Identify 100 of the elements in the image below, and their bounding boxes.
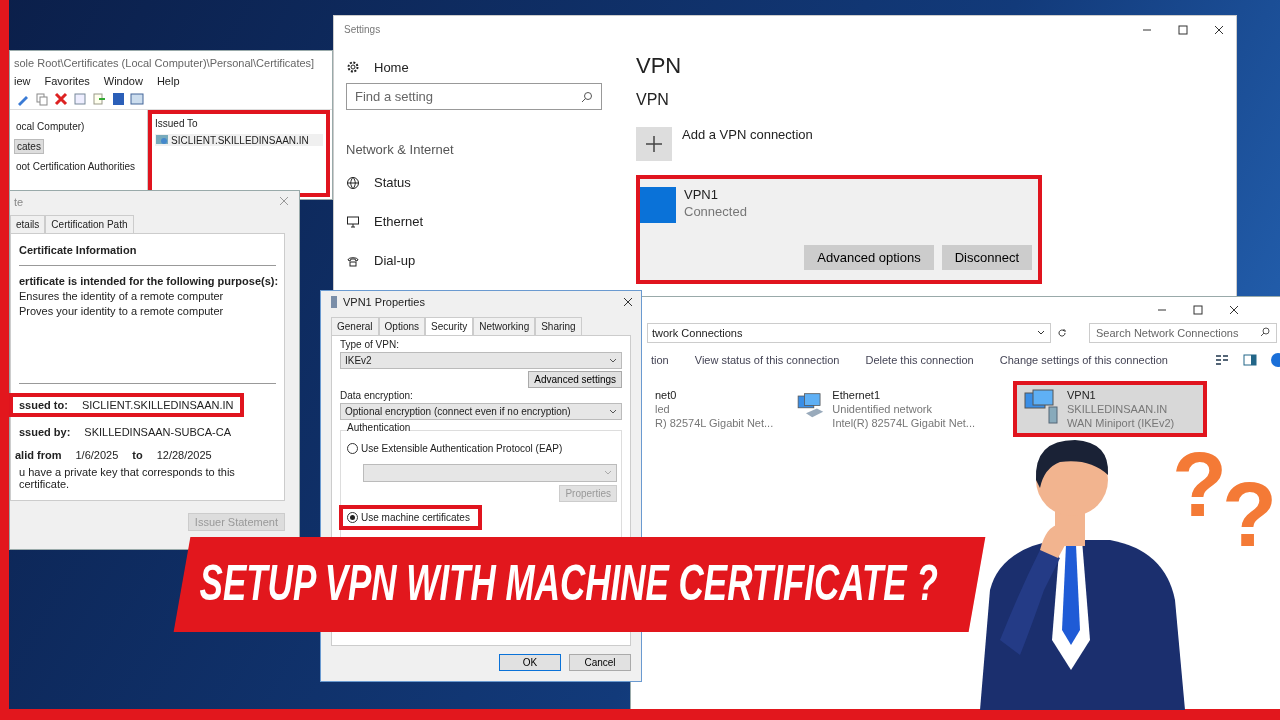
maximize-icon[interactable] [1193,305,1203,315]
connection-name: VPN1 [684,187,719,202]
dialog-button[interactable]: OK [499,654,561,671]
close-icon[interactable] [1229,305,1239,315]
purpose-text: Proves your identity to a remote computer [19,305,225,317]
chevron-down-icon [609,357,617,364]
certificate-icon [155,134,169,146]
connection-item[interactable]: Ethernet1 Unidentified network Intel(R) 82574L Gigabit Net... [787,381,983,437]
field-value: 1/6/2025 [75,449,119,461]
search-field[interactable]: Search Network Connections [1089,323,1277,343]
item-text: led [655,403,671,415]
field-label: Type of VPN: [340,339,400,350]
vpn-tile-icon [640,187,676,223]
menu-item[interactable]: Favorites [44,75,90,87]
field-label: alid from [15,449,62,461]
tab[interactable]: etails [10,215,46,233]
item-text: R) 82574L Gigabit Net... [655,417,774,429]
connection-item[interactable]: VPN1 SKILLEDINSAAN.IN WAN Miniport (IKEv2) [1013,381,1207,437]
row-label: SICLIENT.SKILLEDINSAAN.IN [171,134,309,146]
delete-icon[interactable] [54,92,68,106]
home-link[interactable]: Home [346,53,612,81]
column-header[interactable]: Issued To [155,118,323,129]
item-text: SKILLEDINSAAN.IN [1067,403,1169,415]
tab[interactable]: General [331,317,379,335]
tab[interactable]: Options [378,317,426,335]
item-text: Unidentified network [832,403,933,415]
search-icon [581,90,593,103]
item-text: Ethernet1 [832,389,882,401]
card-button[interactable]: Advanced options [804,245,934,270]
section-label: Network & Internet [346,142,455,157]
vpn-connection-card[interactable]: VPN1 Connected Advanced options Disconnect [636,175,1042,284]
tab[interactable]: Security [425,317,474,335]
tab[interactable]: Networking [473,317,536,335]
address-bar[interactable]: twork Connections [647,323,1051,343]
dialog-button[interactable]: Cancel [569,654,631,671]
field-value: SICLIENT.SKILLEDINSAAN.IN [81,399,234,411]
item-text: net0 [655,389,678,401]
export-icon[interactable] [92,92,106,106]
command-link[interactable]: View status of this connection [694,354,840,366]
console-icon[interactable] [130,92,144,106]
purpose-heading: ertificate is intended for the following purpose(s): [19,275,280,287]
page-heading: VPN [636,53,683,79]
network-computers-icon [1021,389,1061,425]
key-note: u have a private key that corresponds to this certificate. [19,466,236,490]
chevron-down-icon [604,470,612,476]
view-options-icon[interactable] [1215,353,1229,367]
section-heading: VPN [636,91,670,109]
close-icon[interactable] [1214,24,1224,35]
command-link[interactable]: tion [651,354,669,366]
item-text: WAN Miniport (IKEv2) [1067,417,1175,429]
field-label: Data encryption: [340,390,414,401]
list-row[interactable]: SICLIENT.SKILLEDINSAAN.IN [155,134,323,146]
monitor-icon [346,214,360,229]
menu-item[interactable]: Help [156,75,180,87]
dialog-title: te [14,196,24,208]
banner-title: SETUP VPN WITH MACHINE CERTIFICATE ? [199,554,938,613]
connection-status: Connected [684,204,747,219]
radio-option[interactable]: Use Extensible Authentication Protocol (EAP) [339,436,575,461]
close-icon[interactable] [623,297,633,307]
tab[interactable]: Certification Path [45,215,134,233]
purpose-text: Ensures the identity of a remote computer [19,290,225,302]
nav-item[interactable]: Dial-up [346,241,612,280]
window-title: Settings [344,24,381,35]
globe-icon [346,175,360,190]
connection-icon [331,296,337,308]
nav-item[interactable]: Status [346,163,612,202]
gear-icon [346,60,360,74]
window-title: sole Root\Certificates (Local Computer)\Personal\Certificates] [13,56,316,71]
field-value: 12/28/2025 [156,449,212,461]
menu-item[interactable]: Window [103,75,143,87]
maximize-icon[interactable] [1178,24,1188,35]
tree-item[interactable]: ocal Computer) [14,120,87,133]
dialog-title: VPN1 Properties [343,296,425,308]
tree-item[interactable]: cates [14,139,44,154]
add-vpn-link[interactable]: Add a VPN connection [682,127,813,142]
chevron-down-icon [609,408,617,415]
field-label: ssued by: [19,426,71,438]
preview-pane-icon[interactable] [1243,353,1257,367]
menu-item[interactable]: iew [14,75,31,87]
card-button[interactable]: Disconnect [941,245,1032,270]
item-text: Intel(R) 82574L Gigabit Net... [832,417,975,429]
tree-item[interactable]: oot Certification Authorities [14,160,137,173]
group-label: Authentication [347,422,411,433]
encryption-dropdown[interactable]: Optional encryption (connect even if no encryption) [340,403,622,420]
field-value: SKILLEDINSAAN-SUBCA-CA [84,426,232,438]
radio-option[interactable]: Use machine certificates [339,505,482,530]
vpn-type-dropdown[interactable]: IKEv2 [340,352,622,369]
command-link[interactable]: Change settings of this connection [999,354,1168,366]
section-heading: Certificate Information [19,244,138,256]
item-text: VPN1 [1067,389,1097,401]
advanced-settings-button[interactable]: Advanced settings [528,371,622,388]
field-label: to [132,449,143,461]
connection-item[interactable]: net0 led R) 82574L Gigabit Net... [647,381,787,437]
search-field[interactable]: Find a setting [346,83,602,110]
nav-item[interactable]: Ethernet [346,202,612,241]
field-label: ssued to: [19,399,68,411]
tab[interactable]: Sharing [535,317,582,335]
refresh-icon[interactable] [1057,328,1067,338]
command-link[interactable]: Delete this connection [865,354,974,366]
search-icon [1260,327,1270,337]
